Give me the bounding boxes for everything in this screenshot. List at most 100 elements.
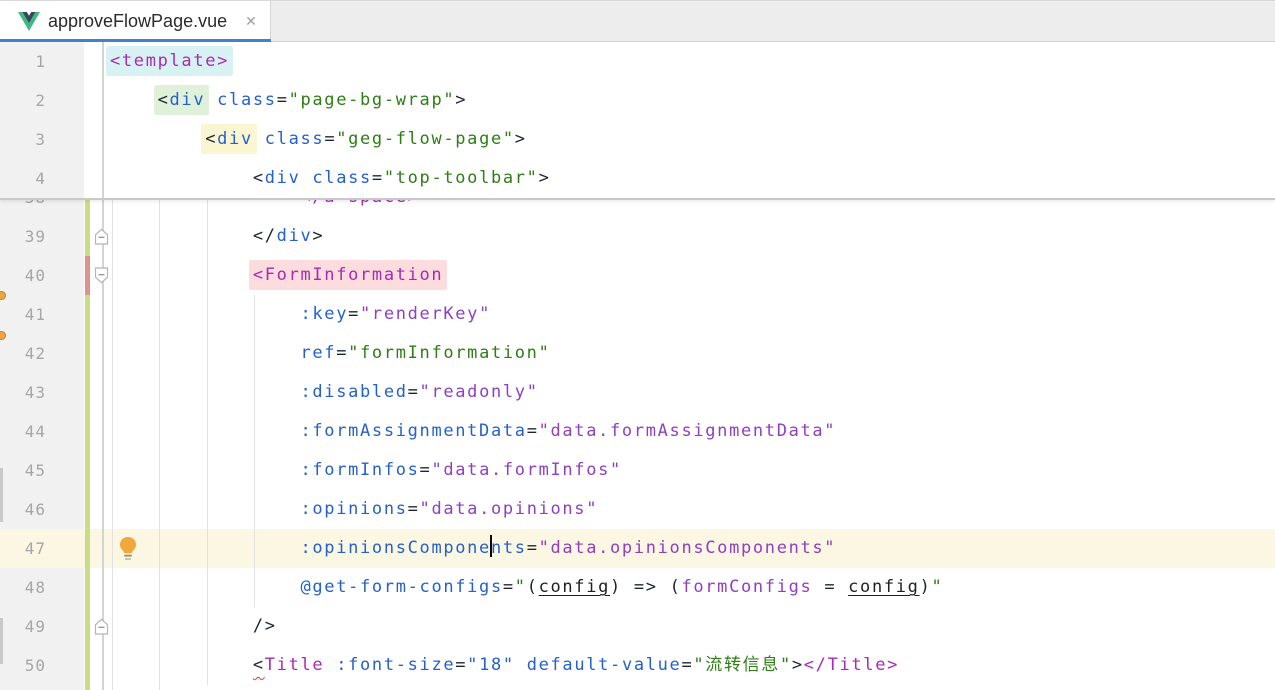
indent-guide [254,295,255,607]
sticky-line-3[interactable]: 3 <div class="geg-flow-page"> [0,120,1275,159]
ide-window: approveFlowPage.vue ✕ 38 </a-space>39 </… [0,0,1275,690]
sticky-line-1[interactable]: 1<template> [0,42,1275,81]
close-tab-icon[interactable]: ✕ [238,1,264,43]
line-number[interactable]: 45 [0,451,46,490]
code-token: = [527,538,539,558]
code-text: :key="renderKey" [110,295,491,334]
code-token: div [170,90,206,110]
code-token: :disabled [300,382,407,402]
vcs-change-marker [85,568,90,607]
vcs-change-marker [85,685,90,690]
code-token [110,226,253,246]
code-line-45[interactable]: 45 :formInfos="data.formInfos" [0,451,1275,490]
code-token: "data.formInfos" [431,460,621,480]
code-token [658,577,670,597]
vue-logo-icon [18,12,40,31]
code-token: </Title> [804,655,899,675]
code-line-49[interactable]: 49 /> [0,607,1275,646]
code-token: @get-form-configs [300,577,502,597]
code-token: > [312,226,324,246]
line-number[interactable]: 47 [0,529,46,568]
code-line-43[interactable]: 43 :disabled="readonly" [0,373,1275,412]
code-token: :font-size [336,655,455,675]
vcs-change-marker [85,451,90,490]
code-line-46[interactable]: 46 :opinions="data.opinions" [0,490,1275,529]
code-token: "formInformation" [348,343,550,363]
line-number[interactable]: 41 [0,295,46,334]
code-token [110,460,300,480]
code-text: <FormInformation [110,256,443,295]
sticky-line-2[interactable]: 2 <div class="page-bg-wrap"> [0,81,1275,120]
code-text: :disabled="readonly" [110,373,539,412]
code-token: "geg-flow-page" [336,129,515,149]
code-text: :opinionsComponents="data.opinionsCompon… [110,529,836,568]
fold-region-end-icon[interactable] [94,618,109,635]
code-token: ref [300,343,336,363]
line-number[interactable]: 39 [0,217,46,256]
code-token: = [336,343,348,363]
sticky-line-4[interactable]: 4 <div class="top-toolbar"> [0,159,1275,198]
gutter-border [102,81,104,120]
line-number[interactable]: 1 [0,42,46,81]
code-token: "page-bg-wrap" [289,90,456,110]
tab-approveflowpage[interactable]: approveFlowPage.vue ✕ [0,1,271,43]
gutter-border [102,159,104,198]
code-token [300,168,312,188]
code-token: "readonly" [420,382,539,402]
gutter-border [102,490,104,529]
code-token: :formAssignmentData [300,421,526,441]
line-number[interactable]: 40 [0,256,46,295]
indent-guide [112,200,113,690]
gutter-border [102,334,104,373]
editor-lines: 38 </a-space>39 </div>40 <FormInformatio… [0,178,1275,690]
gutter-border [102,120,104,159]
code-line-41[interactable]: 41 :key="renderKey" [0,295,1275,334]
clipped-panel-edge [0,618,3,664]
code-line-40[interactable]: 40 <FormInformation [0,256,1275,295]
code-line-44[interactable]: 44 :formAssignmentData="data.formAssignm… [0,412,1275,451]
code-line-42[interactable]: 42 ref="formInformation" [0,334,1275,373]
line-number[interactable]: 50 [0,646,46,685]
vcs-change-marker [85,529,90,568]
code-token: = [408,499,420,519]
code-token: " [515,577,527,597]
line-number[interactable]: 42 [0,334,46,373]
fold-region-end-icon[interactable] [94,228,109,245]
fold-region-start-icon[interactable] [94,267,109,284]
line-number[interactable]: 43 [0,373,46,412]
code-line-39[interactable]: 39 </div> [0,217,1275,256]
indent-guide [159,200,160,690]
code-token: class [312,168,372,188]
code-editor[interactable]: 38 </a-space>39 </div>40 <FormInformatio… [0,42,1275,690]
code-line-47[interactable]: 47 :opinionsComponents="data.opinionsCom… [0,529,1275,568]
code-line-50[interactable]: 50 <Title :font-size="18" default-value=… [0,646,1275,685]
tag-match-highlight: <div [154,85,210,115]
line-number[interactable]: 51 [0,685,46,690]
code-line-51[interactable]: 51 [0,685,1275,690]
vcs-change-marker [85,256,90,295]
line-number[interactable]: 4 [0,159,46,198]
code-token: = [408,382,420,402]
gutter-border [102,295,104,334]
line-number[interactable]: 49 [0,607,46,646]
vcs-change-marker [85,607,90,646]
line-number[interactable]: 3 [0,120,46,159]
code-token: "data.opinionsComponents" [539,538,837,558]
gutter-border [102,412,104,451]
code-token: ) [920,577,932,597]
code-token [110,538,300,558]
code-token: class [265,129,325,149]
line-number[interactable]: 46 [0,490,46,529]
gutter-border [102,373,104,412]
code-line-48[interactable]: 48 @get-form-configs="(config) => (formC… [0,568,1275,607]
code-token: "data.opinions" [420,499,599,519]
line-number[interactable]: 48 [0,568,46,607]
code-token [622,577,634,597]
gutter-border [102,529,104,568]
vcs-change-marker [85,490,90,529]
line-number[interactable]: 2 [0,81,46,120]
code-token [110,90,158,110]
code-text: ref="formInformation" [110,334,551,373]
code-token: = [812,577,848,597]
line-number[interactable]: 44 [0,412,46,451]
